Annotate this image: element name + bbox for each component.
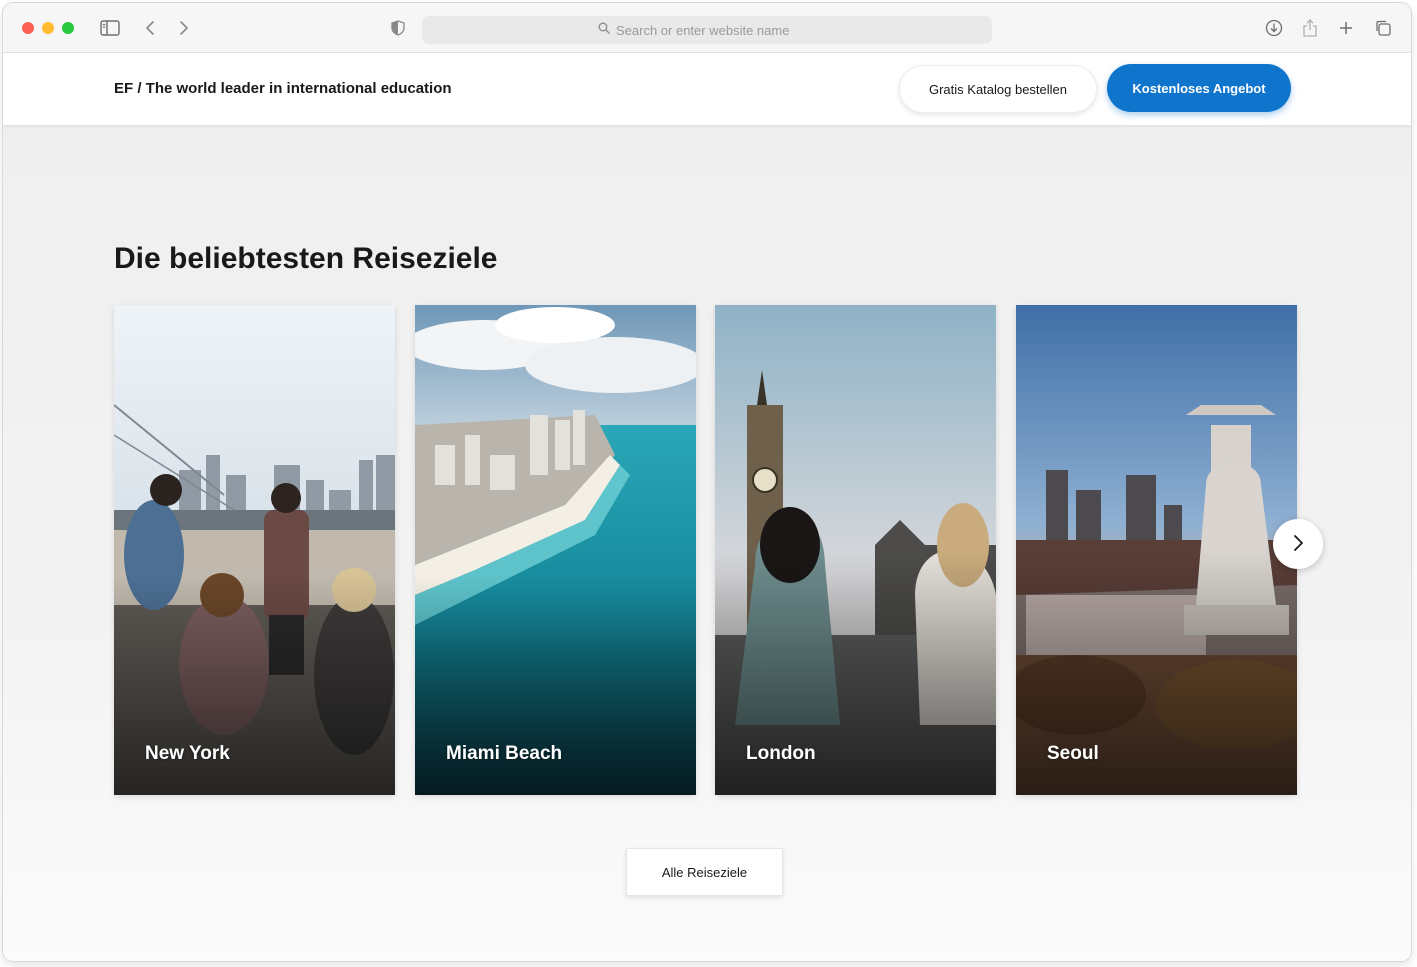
forward-icon[interactable] [172,16,196,40]
minimize-window-button[interactable] [42,22,54,34]
zoom-window-button[interactable] [62,22,74,34]
new-tab-icon[interactable] [1334,16,1358,40]
destination-card-seoul[interactable]: Seoul [1016,305,1297,795]
destination-card-london[interactable]: London [715,305,996,795]
search-icon [598,21,610,39]
address-bar[interactable] [422,16,992,44]
free-offer-button[interactable]: Kostenloses Angebot [1107,64,1291,112]
card-label: London [746,743,816,764]
destination-card-miami-beach[interactable]: Miami Beach [415,305,696,795]
address-input[interactable] [616,22,816,38]
brand-title[interactable]: EF / The world leader in international e… [114,80,452,97]
section-title: Die beliebtesten Reiseziele [114,242,498,275]
order-catalog-button[interactable]: Gratis Katalog bestellen [899,65,1097,113]
browser-window: EF / The world leader in international e… [3,3,1411,961]
chevron-right-icon [1292,534,1304,555]
download-icon[interactable] [1262,16,1286,40]
site-header: EF / The world leader in international e… [3,53,1411,125]
browser-toolbar [3,3,1411,53]
miami-beach-image [415,305,696,795]
seoul-image [1016,305,1297,795]
share-icon[interactable] [1298,16,1322,40]
all-destinations-button[interactable]: Alle Reiseziele [626,848,783,896]
close-window-button[interactable] [22,22,34,34]
new-york-image [114,305,395,795]
card-label: Miami Beach [446,743,563,764]
privacy-shield-icon[interactable] [386,16,410,40]
carousel-next-button[interactable] [1273,519,1323,569]
back-icon[interactable] [138,16,162,40]
tabs-overview-icon[interactable] [1371,16,1395,40]
card-label: Seoul [1047,743,1099,764]
destinations-section: Die beliebtesten Reiseziele New York Mia… [3,125,1411,961]
sidebar-icon[interactable] [98,16,122,40]
london-image [715,305,996,795]
destination-card-new-york[interactable]: New York [114,305,395,795]
card-label: New York [145,743,230,764]
